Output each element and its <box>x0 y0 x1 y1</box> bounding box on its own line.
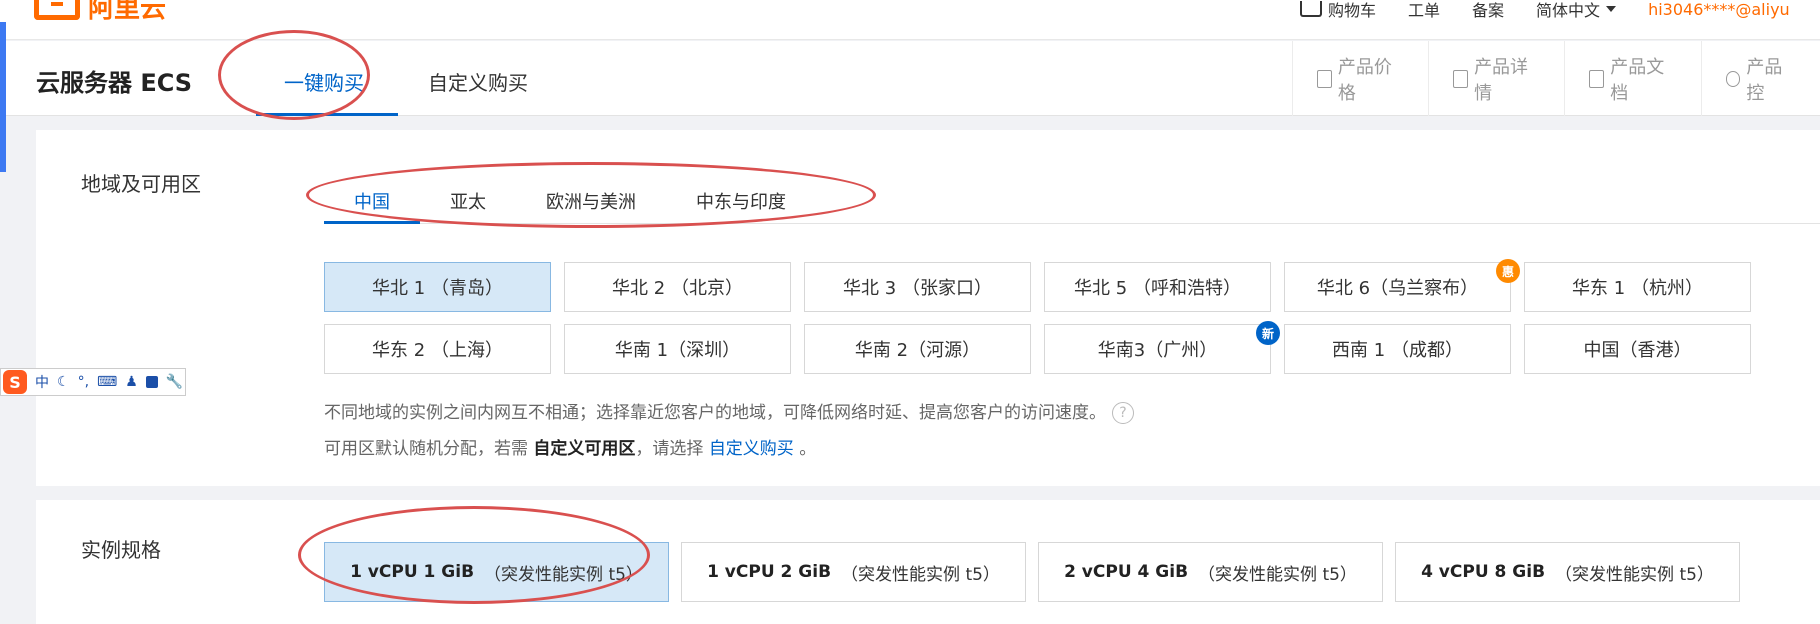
spec-1c2g-sub: （突发性能实例 t5） <box>841 564 1000 585</box>
page-title: 云服务器 ECS <box>36 69 193 97</box>
help-icon[interactable]: ? <box>1112 402 1134 424</box>
zone-shanghai[interactable]: 华东 2 （上海） <box>324 324 551 374</box>
product-docs-label: 产品文档 <box>1610 56 1665 104</box>
aliyun-logo-icon <box>34 0 80 20</box>
spec-4c8g-sub: （突发性能实例 t5） <box>1555 564 1714 585</box>
ime-mode-toggle[interactable]: 中 <box>35 372 49 392</box>
wrench-icon[interactable]: 🔧 <box>166 374 183 390</box>
product-docs-link[interactable]: 产品文档 <box>1564 41 1700 116</box>
spec-2c4g[interactable]: 2 vCPU 4 GiB （突发性能实例 t5） <box>1038 542 1383 602</box>
logo-text: 阿里云 <box>88 0 167 24</box>
tab-region-europe-americas[interactable]: 欧洲与美洲 <box>546 188 636 213</box>
tab-custom-buy[interactable]: 自定义购买 <box>428 67 528 116</box>
tab-one-click-buy[interactable]: 一键购买 <box>256 67 398 116</box>
product-console-link[interactable]: 产品控 <box>1700 41 1820 116</box>
punctuation-icon[interactable]: °, <box>78 374 89 390</box>
cart-icon <box>1300 1 1322 17</box>
zone-heyuan[interactable]: 华南 2（河源） <box>804 324 1031 374</box>
region-note: 不同地域的实例之间内网互不相通；选择靠近您客户的地域，可降低网络时延、提高您客户… <box>324 398 1134 424</box>
user-icon[interactable]: ♟ <box>125 374 138 390</box>
zone-wulanchabu[interactable]: 华北 6（乌兰察布） 惠 <box>1284 259 1520 312</box>
zone-hangzhou[interactable]: 华东 1 （杭州） <box>1524 262 1751 312</box>
spec-2c4g-main: 2 vCPU 4 GiB <box>1064 562 1189 582</box>
spec-1c1g[interactable]: 1 vCPU 1 GiB （突发性能实例 t5） <box>324 542 669 602</box>
moon-icon[interactable]: ☾ <box>57 374 70 390</box>
custom-buy-link[interactable]: 自定义购买 <box>709 439 794 459</box>
zone-note-suffix: 。 <box>799 439 817 459</box>
image-icon <box>1453 69 1469 88</box>
zone-guangzhou[interactable]: 华南3（广州） 新 <box>1044 321 1280 374</box>
spec-4c8g[interactable]: 4 vCPU 8 GiB （突发性能实例 t5） <box>1395 542 1740 602</box>
region-note-text: 不同地域的实例之间内网互不相通；选择靠近您客户的地域，可降低网络时延、提高您客户… <box>324 403 1106 423</box>
keyboard-icon[interactable]: ⌨ <box>97 374 117 390</box>
tab-region-middle-east-india[interactable]: 中东与印度 <box>696 188 786 213</box>
zone-shenzhen[interactable]: 华南 1（深圳） <box>564 324 791 374</box>
record-link[interactable]: 备案 <box>1472 0 1504 21</box>
spec-1c1g-sub: （突发性能实例 t5） <box>484 564 643 585</box>
language-selector[interactable]: 简体中文 <box>1536 0 1617 21</box>
top-nav: 阿里云 购物车 工单 备案 简体中文 hi3046****@aliyu <box>0 0 1820 40</box>
tab-region-apac[interactable]: 亚太 <box>450 188 486 213</box>
product-price-label: 产品价格 <box>1337 56 1392 104</box>
zone-qingdao[interactable]: 华北 1 （青岛） <box>324 262 551 312</box>
product-console-label: 产品控 <box>1746 56 1783 104</box>
skin-icon[interactable] <box>145 376 158 388</box>
spec-1c1g-main: 1 vCPU 1 GiB <box>350 562 475 582</box>
spec-1c2g[interactable]: 1 vCPU 2 GiB （突发性能实例 t5） <box>681 542 1026 602</box>
zone-note-bold: 自定义可用区 <box>533 439 636 459</box>
zone-wulanchabu-label: 华北 6（乌兰察布） <box>1316 278 1479 299</box>
zone-chengdu[interactable]: 西南 1 （成都） <box>1284 324 1511 374</box>
document-icon <box>1589 69 1605 88</box>
product-header: 云服务器 ECS 一键购买 自定义购买 产品价格 产品详情 产品文档 产品控 <box>0 41 1820 116</box>
region-tabs: 中国 亚太 欧洲与美洲 中东与印度 <box>324 168 1820 224</box>
zone-note-mid: ，请选择 <box>635 439 704 459</box>
region-label: 地域及可用区 <box>81 172 201 196</box>
top-nav-links: 购物车 工单 备案 简体中文 hi3046****@aliyu <box>1300 0 1790 21</box>
spec-2c4g-sub: （突发性能实例 t5） <box>1198 564 1357 585</box>
instance-spec-panel: 实例规格 1 vCPU 1 GiB （突发性能实例 t5） 1 vCPU 2 Gi… <box>36 500 1820 624</box>
language-label: 简体中文 <box>1536 1 1601 20</box>
zone-note-prefix: 可用区默认随机分配，若需 <box>324 439 528 459</box>
ime-toolbar[interactable]: S 中 ☾ °, ⌨ ♟ 🔧 <box>0 368 186 396</box>
zone-hongkong[interactable]: 中国（香港） <box>1524 324 1751 374</box>
zone-note: 可用区默认随机分配，若需 自定义可用区，请选择 自定义购买 。 <box>324 434 816 459</box>
cart-link[interactable]: 购物车 <box>1300 0 1376 21</box>
spec-1c2g-main: 1 vCPU 2 GiB <box>707 562 832 582</box>
gear-icon <box>1725 70 1741 87</box>
user-account[interactable]: hi3046****@aliyu <box>1648 0 1790 19</box>
cart-label: 购物车 <box>1328 1 1377 20</box>
spec-label: 实例规格 <box>81 538 161 562</box>
price-doc-icon <box>1317 69 1332 88</box>
zone-zhangjiakou[interactable]: 华北 3 （张家口） <box>804 262 1031 312</box>
spec-4c8g-main: 4 vCPU 8 GiB <box>1421 562 1546 582</box>
left-accent-strip <box>0 22 6 172</box>
sogou-ime-logo[interactable]: S <box>3 370 27 394</box>
product-detail-link[interactable]: 产品详情 <box>1428 41 1564 116</box>
ticket-link[interactable]: 工单 <box>1408 0 1440 21</box>
aliyun-logo[interactable]: 阿里云 <box>34 0 166 25</box>
product-detail-label: 产品详情 <box>1474 56 1529 104</box>
caret-down-icon <box>1606 6 1617 12</box>
zone-guangzhou-label: 华南3（广州） <box>1097 340 1218 361</box>
product-links: 产品价格 产品详情 产品文档 产品控 <box>1292 41 1820 116</box>
new-badge: 新 <box>1256 321 1280 345</box>
zone-beijing[interactable]: 华北 2 （北京） <box>564 262 791 312</box>
discount-badge: 惠 <box>1496 259 1520 283</box>
region-panel: 地域及可用区 中国 亚太 欧洲与美洲 中东与印度 华北 1 （青岛） 华北 2 … <box>36 130 1820 486</box>
product-price-link[interactable]: 产品价格 <box>1292 41 1428 116</box>
zone-huhehaote[interactable]: 华北 5 （呼和浩特） <box>1044 262 1271 312</box>
active-tab-indicator <box>324 221 420 224</box>
tab-region-china[interactable]: 中国 <box>354 188 390 213</box>
